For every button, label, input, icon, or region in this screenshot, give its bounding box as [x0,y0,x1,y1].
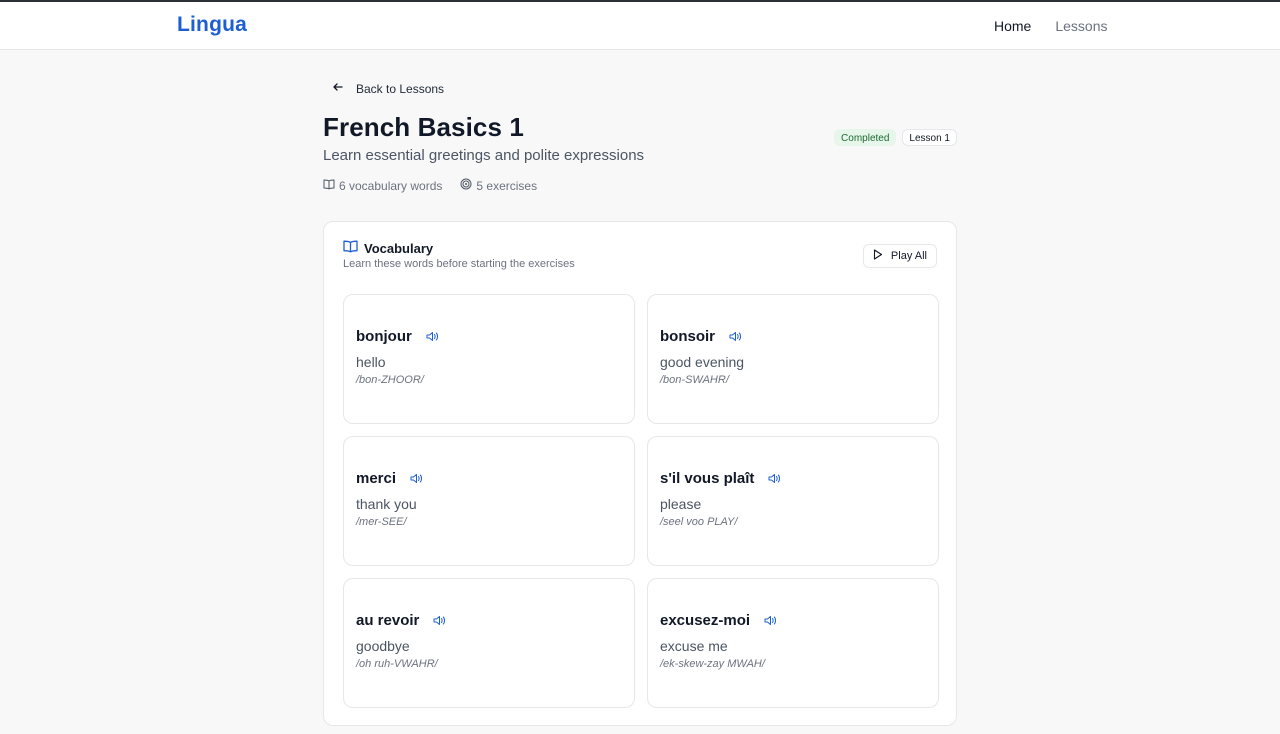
word-translation: goodbye [356,638,410,654]
word-pronunciation: /oh ruh-VWAHR/ [356,658,438,670]
word-card: bonsoir good evening /bon-SWAHR/ [647,294,939,424]
word-card: au revoir goodbye /oh ruh-VWAHR/ [343,578,635,708]
word-text: bonjour [356,328,412,345]
word-row: bonjour [356,328,622,345]
lesson-number-badge: Lesson 1 [902,129,957,146]
speaker-icon[interactable] [433,615,446,626]
word-row: merci [356,470,622,487]
vocabulary-subtitle: Learn these words before starting the ex… [343,258,575,270]
word-text: bonsoir [660,328,715,345]
vocabulary-card: Vocabulary Learn these words before star… [323,221,957,726]
book-open-icon [343,240,358,256]
word-translation: please [660,496,702,512]
word-text: merci [356,470,397,487]
word-translation: thank you [356,496,417,512]
lesson-header: French Basics 1 Completed Lesson 1 Learn… [323,112,957,164]
word-card: excusez-moi excuse me /ek-skew-zay MWAH/ [647,578,939,708]
lesson-subtitle: Learn essential greetings and polite exp… [323,147,645,164]
word-text: excusez-moi [660,612,751,629]
target-icon [460,178,472,193]
word-row: s'il vous plaît [660,470,926,487]
vocabulary-title: Vocabulary [343,240,575,256]
word-pronunciation: /bon-ZHOOR/ [356,374,424,386]
exercise-count: 5 exercises [460,178,537,193]
lesson-meta: 6 vocabulary words 5 exercises [323,178,957,193]
word-card: merci thank you /mer-SEE/ [343,436,635,566]
word-pronunciation: /bon-SWAHR/ [660,374,729,386]
back-link-label: Back to Lessons [356,81,445,96]
word-text: s'il vous plaît [660,470,755,487]
logo[interactable]: Lingua [177,13,247,37]
arrow-left-icon [332,81,344,96]
main-nav: Home Lessons [994,18,1108,34]
nav-lessons-link[interactable]: Lessons [1055,18,1107,34]
vocabulary-title-label: Vocabulary [364,240,434,256]
lesson-page: Back to Lessons French Basics 1 Complete… [323,50,957,726]
word-pronunciation: /ek-skew-zay MWAH/ [660,658,765,670]
word-card: bonjour hello /bon-ZHOOR/ [343,294,635,424]
top-navbar: Lingua Home Lessons [0,2,1280,50]
word-row: excusez-moi [660,612,926,629]
play-all-label: Play All [890,250,927,262]
word-card: s'il vous plaît please /seel voo PLAY/ [647,436,939,566]
nav-home-link[interactable]: Home [994,18,1031,34]
book-open-icon [323,179,335,193]
word-pronunciation: /seel voo PLAY/ [660,516,738,528]
exercise-count-label: 5 exercises [476,178,538,193]
vocab-count: 6 vocabulary words [323,179,442,193]
word-translation: good evening [660,354,745,370]
word-translation: hello [356,354,386,370]
play-all-button[interactable]: Play All [862,244,937,268]
word-row: au revoir [356,612,622,629]
speaker-icon[interactable] [729,331,742,342]
word-row: bonsoir [660,328,926,345]
word-text: au revoir [356,612,420,629]
word-translation: excuse me [660,638,728,654]
speaker-icon[interactable] [768,473,781,484]
vocabulary-grid: bonjour hello /bon-ZHOOR/ bonsoir good e… [343,294,939,708]
word-pronunciation: /mer-SEE/ [356,516,407,528]
speaker-icon[interactable] [410,473,423,484]
play-icon [873,249,883,263]
status-badge: Completed [834,129,897,146]
speaker-icon[interactable] [764,615,777,626]
vocabulary-header: Vocabulary Learn these words before star… [343,240,575,271]
speaker-icon[interactable] [426,331,439,342]
vocab-count-label: 6 vocabulary words [339,178,443,193]
back-to-lessons-link[interactable]: Back to Lessons [332,81,957,96]
lesson-badges: Completed Lesson 1 [834,129,957,146]
